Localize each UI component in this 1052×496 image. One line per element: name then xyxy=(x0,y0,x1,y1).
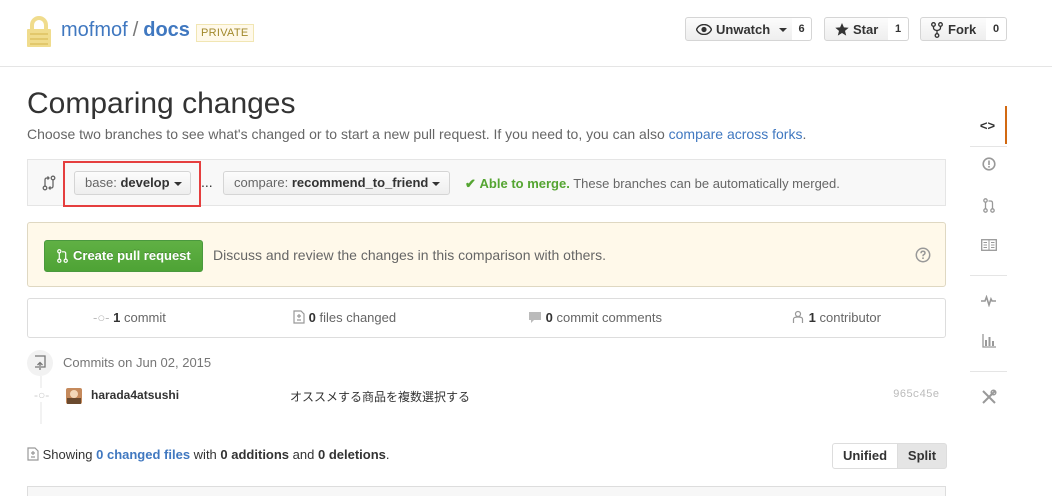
fork-label: Fork xyxy=(948,22,977,37)
create-pull-request-label: Create pull request xyxy=(73,248,191,263)
chevron-down-icon xyxy=(432,181,441,186)
repo-header: mofmof / docs PRIVATE Unwatch 6 Star 1 For… xyxy=(0,0,1052,67)
toc-showing: Showing xyxy=(42,447,93,462)
pulse-icon xyxy=(981,295,996,307)
files-label: files changed xyxy=(319,310,397,325)
forks-count[interactable]: 0 xyxy=(986,17,1007,41)
commit-sha-link[interactable]: 965c45e xyxy=(893,389,939,401)
commit-icon: -○- xyxy=(34,388,50,402)
banner-text: Discuss and review the changes in this c… xyxy=(213,247,606,263)
pull-request-icon xyxy=(982,197,995,213)
lock-icon xyxy=(27,16,51,47)
graph-icon xyxy=(981,334,996,348)
diff-toc: Showing 0 changed files with 0 additions… xyxy=(27,446,390,464)
comments-label: commit comments xyxy=(556,310,662,325)
comments-count: 0 xyxy=(545,310,553,325)
star-icon xyxy=(835,23,849,36)
file-header-partial xyxy=(27,486,946,496)
code-icon: <> xyxy=(979,117,996,133)
sidebar-divider xyxy=(970,275,1007,276)
sidebar-item-wiki[interactable] xyxy=(970,226,1007,264)
repo-title: mofmof / docs xyxy=(61,17,190,43)
settings-icon xyxy=(981,389,997,404)
compare-across-forks-link[interactable]: compare across forks xyxy=(669,126,803,142)
toc-end: . xyxy=(385,447,390,462)
commit-group-marker xyxy=(27,350,53,376)
eye-icon xyxy=(696,24,712,35)
page-lead: Choose two branches to see what's change… xyxy=(27,126,806,142)
range-dots: ... xyxy=(201,174,213,190)
sidebar-item-graphs[interactable] xyxy=(970,322,1007,360)
chevron-down-icon xyxy=(779,28,787,32)
branch-range-editor: base: develop ... compare: recommend_to_… xyxy=(27,159,946,207)
commit-message-link[interactable]: オススメする商品を複数選択する xyxy=(290,388,470,405)
unwatch-label: Unwatch xyxy=(716,22,771,37)
unwatch-button[interactable]: Unwatch xyxy=(685,17,793,41)
split-view-button[interactable]: Split xyxy=(897,443,947,469)
stars-count[interactable]: 1 xyxy=(888,17,909,41)
star-label: Star xyxy=(853,22,879,37)
file-diff-icon xyxy=(293,310,305,324)
wiki-icon xyxy=(980,239,997,251)
question-icon[interactable] xyxy=(915,247,931,263)
overall-summary: -○- 1 commit 0 files changed 0 commit co… xyxy=(27,298,946,338)
create-pull-request-button[interactable]: Create pull request xyxy=(44,240,203,272)
repo-push-icon xyxy=(35,355,46,370)
star-button[interactable]: Star xyxy=(824,17,889,41)
lead-end: . xyxy=(802,126,807,142)
repo-separator: / xyxy=(132,19,139,41)
repo-forked-icon xyxy=(931,22,943,38)
sidebar-item-code[interactable]: <> xyxy=(970,106,1007,144)
toc-and: and xyxy=(292,447,315,462)
summary-contributors[interactable]: 1 contributor xyxy=(791,310,881,326)
repo-nav-sidebar: <> xyxy=(970,90,1007,430)
commits-count: 1 xyxy=(113,310,121,325)
changed-files-link[interactable]: 0 changed files xyxy=(96,447,190,462)
watchers-count[interactable]: 6 xyxy=(792,17,812,41)
commit-author-link[interactable]: harada4atsushi xyxy=(91,388,179,402)
additions-count: 0 additions xyxy=(220,447,290,462)
avatar[interactable] xyxy=(66,388,82,404)
sidebar-item-pulse[interactable] xyxy=(970,282,1007,320)
commits-label: commit xyxy=(124,310,166,325)
page-title: Comparing changes xyxy=(27,87,296,120)
git-compare-icon xyxy=(42,175,56,191)
comment-icon xyxy=(529,312,541,323)
sidebar-item-pull-requests[interactable] xyxy=(970,186,1007,224)
sidebar-item-issues[interactable] xyxy=(970,145,1007,183)
compare-prefix: compare: xyxy=(234,175,289,190)
file-diff-icon xyxy=(27,447,39,461)
organization-icon xyxy=(792,310,804,323)
private-badge: PRIVATE xyxy=(196,24,254,42)
lead-text: Choose two branches to see what's change… xyxy=(27,126,669,142)
merge-status: ✔ Able to merge. These branches can be a… xyxy=(465,176,840,192)
compare-pr-banner: Create pull request Discuss and review t… xyxy=(27,222,946,287)
commits-date-heading: Commits on Jun 02, 2015 xyxy=(63,355,212,370)
unified-view-button[interactable]: Unified xyxy=(832,443,898,469)
sidebar-divider xyxy=(970,371,1007,372)
merge-status-detail: These branches can be automatically merg… xyxy=(573,176,840,191)
highlight-box xyxy=(63,161,201,207)
merge-status-label: Able to merge. xyxy=(479,176,570,191)
contributors-label: contributor xyxy=(819,310,881,325)
contributors-count: 1 xyxy=(808,310,816,325)
summary-files-changed[interactable]: 0 files changed xyxy=(293,310,396,326)
files-count: 0 xyxy=(308,310,316,325)
summary-commit-comments[interactable]: 0 commit comments xyxy=(528,310,662,326)
toc-with: with xyxy=(193,447,217,462)
fork-button[interactable]: Fork xyxy=(920,17,987,41)
sidebar-item-settings[interactable] xyxy=(970,378,1007,416)
compare-branch-selector[interactable]: compare: recommend_to_friend xyxy=(223,171,450,195)
compare-branch-name: recommend_to_friend xyxy=(291,175,429,190)
repo-owner-link[interactable]: mofmof xyxy=(61,19,128,41)
issue-icon xyxy=(981,157,996,171)
repo-name-link[interactable]: docs xyxy=(143,19,190,41)
summary-commits[interactable]: -○- 1 commit xyxy=(93,310,166,326)
deletions-count: 0 deletions xyxy=(318,447,386,462)
pull-request-icon xyxy=(57,249,68,263)
check-icon: ✔ xyxy=(465,176,476,191)
commit-icon: -○- xyxy=(93,310,110,325)
